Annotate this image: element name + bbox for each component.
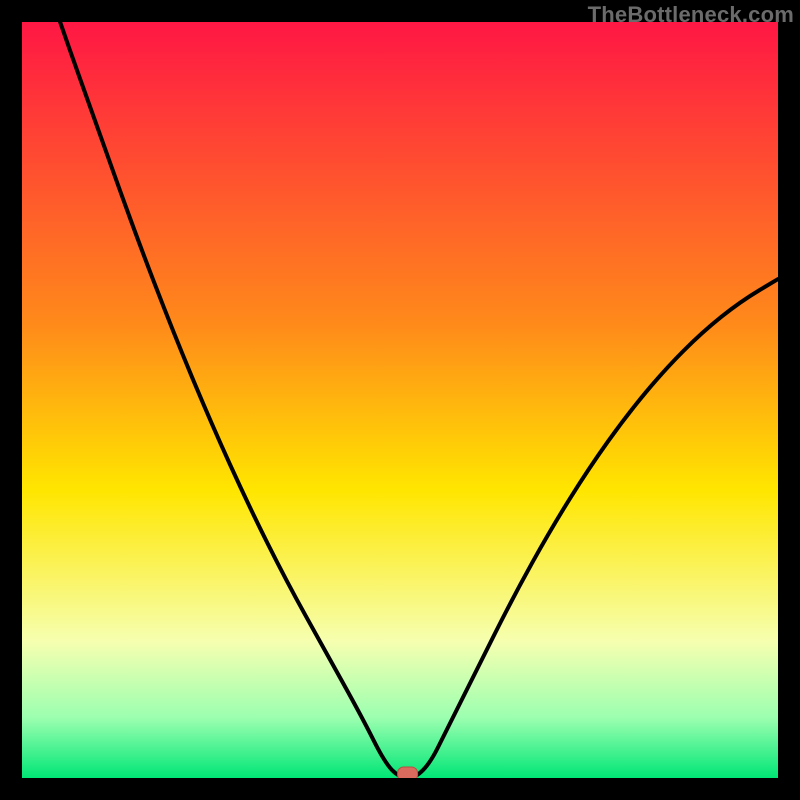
gradient-background [22,22,778,778]
chart-frame: TheBottleneck.com [0,0,800,800]
watermark-label: TheBottleneck.com [588,2,794,28]
bottleneck-chart-svg [22,22,778,778]
plot-area [22,22,778,778]
optimum-marker [398,767,418,778]
